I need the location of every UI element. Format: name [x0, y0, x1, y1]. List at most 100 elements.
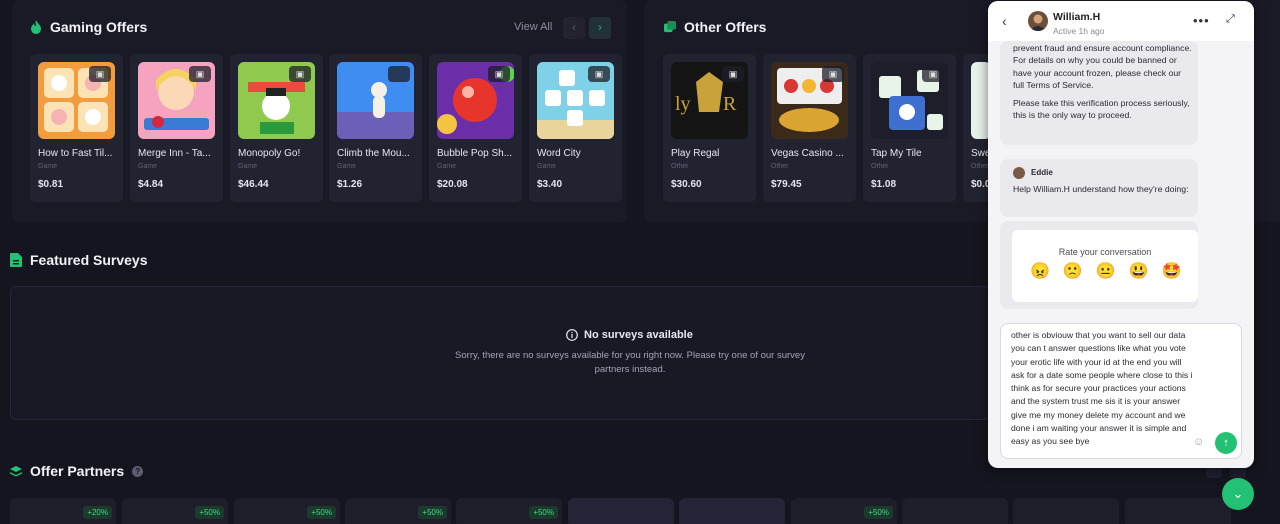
android-icon: ▣	[289, 66, 311, 82]
partner-tile[interactable]	[568, 498, 674, 524]
message-paragraph: Please take this verification process se…	[1013, 98, 1190, 121]
offer-card[interactable]: ▣ Word City Game $3.40	[529, 54, 622, 202]
chevron-left-icon: ‹	[572, 22, 576, 34]
offer-price: $3.40	[537, 179, 563, 190]
offer-card[interactable]: Climb the Mou... Game $1.26	[329, 54, 422, 202]
neutral-face-icon[interactable]: 😐	[1096, 263, 1116, 279]
partner-tile[interactable]: +20%	[10, 498, 116, 524]
rating-options: 😠 🙁 😐 😃 🤩	[1030, 263, 1182, 279]
arrow-up-icon: ↑	[1223, 437, 1229, 449]
partner-tile[interactable]: +50%	[122, 498, 228, 524]
expand-icon[interactable]: ⤢	[1226, 13, 1235, 26]
carousel-next-button[interactable]: ›	[589, 17, 611, 39]
offer-category: Game	[437, 163, 457, 170]
star-eyes-face-icon[interactable]: 🤩	[1162, 263, 1182, 279]
chat-toggle-button[interactable]: ⌄	[1222, 478, 1254, 510]
message-sender: Eddie	[1013, 167, 1192, 180]
chevron-down-icon: ⌄	[1232, 486, 1244, 501]
carousel-prev-button[interactable]: ‹	[563, 17, 585, 39]
partner-tile[interactable]	[1013, 498, 1119, 524]
bonus-badge: +50%	[307, 506, 336, 519]
message-input[interactable]: other is obviouw that you want to sell o…	[1011, 329, 1197, 449]
offer-name: Word City	[537, 148, 581, 159]
offer-price: $30.60	[671, 179, 702, 190]
flame-icon	[31, 20, 41, 34]
offer-card[interactable]: ▣ How to Fast Til... Game $0.81	[30, 54, 123, 202]
avatar	[1013, 167, 1025, 180]
offer-price: $0.81	[38, 179, 64, 190]
chat-message: Eddie Help William.H understand how they…	[1000, 159, 1198, 217]
frown-face-icon[interactable]: 🙁	[1063, 263, 1083, 279]
no-surveys-message: Sorry, there are no surveys available fo…	[455, 350, 805, 375]
offer-category: Game	[138, 163, 158, 170]
back-arrow-icon[interactable]: ‹	[1002, 13, 1007, 29]
rating-message: Rate your conversation 😠 🙁 😐 😃 🤩	[1000, 221, 1198, 309]
partner-tile[interactable]	[902, 498, 1008, 524]
offer-price: $1.08	[871, 179, 897, 190]
chevron-right-icon: ›	[598, 22, 602, 34]
bonus-badge: +50%	[195, 506, 224, 519]
chat-header: ‹ William.H Active 1h ago ••• ⤢	[988, 1, 1254, 41]
offer-category: Other	[971, 163, 989, 170]
chat-agent-name: William.H	[1053, 11, 1101, 23]
android-icon: ▣	[89, 66, 111, 82]
android-icon: ▣	[488, 66, 510, 82]
stack-icon	[10, 466, 22, 477]
support-chat-window: ‹ William.H Active 1h ago ••• ⤢ prevent …	[988, 1, 1254, 468]
offer-card[interactable]: ▣ Tap My Tile Other $1.08	[863, 54, 956, 202]
offer-partners-title: Offer Partners	[30, 463, 125, 479]
message-paragraph: prevent fraud and ensure account complia…	[1013, 43, 1192, 53]
bonus-badge: +50%	[864, 506, 893, 519]
offer-card[interactable]: ly R ▣ Play Regal Other $30.60	[663, 54, 756, 202]
gaming-offers-header: Gaming Offers	[30, 19, 147, 35]
send-button[interactable]: ↑	[1215, 432, 1237, 454]
other-offers-header: Other Offers	[664, 19, 766, 35]
offer-card[interactable]: ▣ Vegas Casino ... Other $79.45	[763, 54, 856, 202]
chat-message: prevent fraud and ensure account complia…	[1000, 41, 1198, 145]
offer-price: $79.45	[771, 179, 802, 190]
offer-card[interactable]: ▣ Monopoly Go! Game $46.44	[230, 54, 323, 202]
offer-category: Game	[38, 163, 58, 170]
partner-tile[interactable]	[679, 498, 785, 524]
message-text: Help William.H understand how they're do…	[1013, 184, 1189, 195]
offer-price: $46.44	[238, 179, 269, 190]
offer-category: Game	[337, 163, 357, 170]
offer-category: Game	[238, 163, 258, 170]
help-icon[interactable]: ?	[132, 465, 144, 477]
offer-price: $4.84	[138, 179, 164, 190]
partner-tile[interactable]: +50%	[234, 498, 340, 524]
android-icon: ▣	[922, 66, 944, 82]
angry-face-icon[interactable]: 😠	[1030, 263, 1050, 279]
offer-card[interactable]: ▣ Bubble Pop Sh... Game $20.08	[429, 54, 522, 202]
more-options-icon[interactable]: •••	[1193, 13, 1210, 28]
view-all-link[interactable]: View All	[514, 21, 552, 33]
sender-name: Eddie	[1031, 168, 1053, 177]
android-icon: ▣	[722, 66, 744, 82]
bonus-badge: +20%	[83, 506, 112, 519]
emoji-icon[interactable]: ☺	[1193, 436, 1204, 448]
chat-agent-status: Active 1h ago	[1053, 26, 1105, 36]
partner-tile[interactable]: +50%	[456, 498, 562, 524]
message-composer[interactable]: other is obviouw that you want to sell o…	[1000, 323, 1242, 459]
document-icon	[10, 253, 22, 267]
partner-tile[interactable]: +50%	[345, 498, 451, 524]
apple-icon	[388, 66, 410, 82]
smile-face-icon[interactable]: 😃	[1129, 263, 1149, 279]
avatar	[1028, 11, 1048, 31]
offer-category: Other	[871, 163, 889, 170]
offer-category: Other	[671, 163, 689, 170]
offer-price: $1.26	[337, 179, 363, 190]
rating-card: Rate your conversation 😠 🙁 😐 😃 🤩	[1012, 230, 1198, 302]
no-surveys-title: No surveys available	[566, 329, 693, 341]
cards-icon	[664, 21, 676, 33]
offer-card[interactable]: ▣ Merge Inn - Ta... Game $4.84	[130, 54, 223, 202]
offer-name: Monopoly Go!	[238, 148, 301, 159]
bonus-badge: +50%	[418, 506, 447, 519]
rating-title: Rate your conversation	[1058, 247, 1152, 257]
offer-name: Climb the Mou...	[337, 148, 410, 159]
partner-tile[interactable]	[1125, 498, 1231, 524]
other-offers-title: Other Offers	[684, 19, 767, 35]
partner-tile[interactable]: +50%	[791, 498, 897, 524]
offer-category: Game	[537, 163, 557, 170]
svg-text:R: R	[723, 93, 737, 115]
